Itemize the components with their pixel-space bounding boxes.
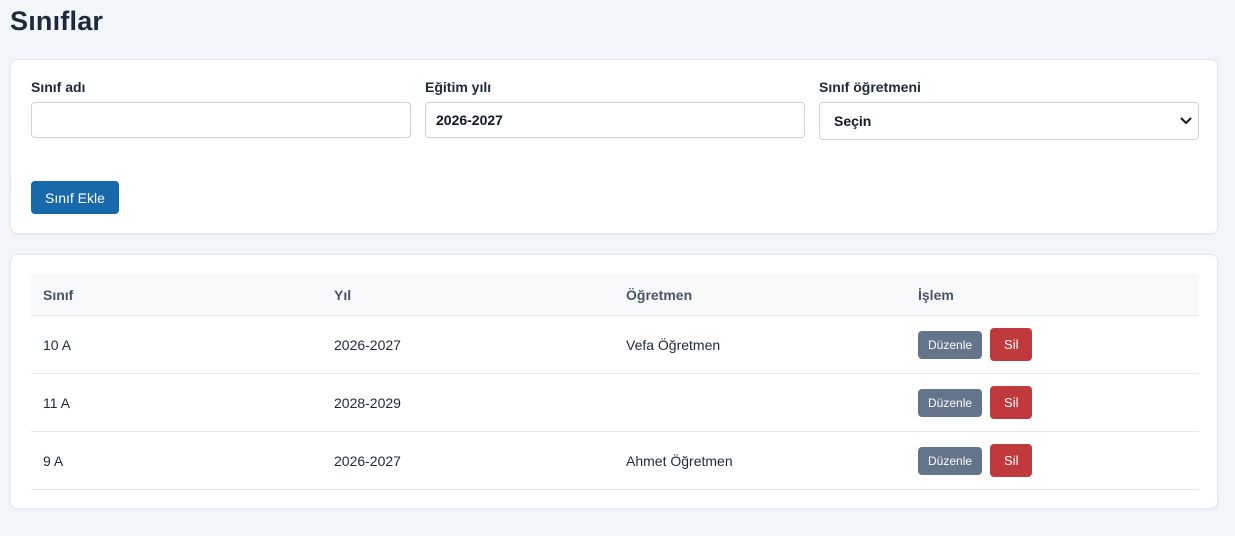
table-row: 10 A 2026-2027 Vefa Öğretmen Düzenle Sil bbox=[31, 315, 1199, 374]
cell-teacher: Vefa Öğretmen bbox=[614, 315, 906, 374]
table-row: 9 A 2026-2027 Ahmet Öğretmen Düzenle Sil bbox=[31, 431, 1199, 490]
add-class-button[interactable]: Sınıf Ekle bbox=[31, 181, 119, 214]
row-actions: Düzenle Sil bbox=[918, 328, 1199, 361]
cell-year: 2026-2027 bbox=[322, 431, 614, 490]
header-actions: İşlem bbox=[906, 274, 1199, 316]
teacher-label: Sınıf öğretmeni bbox=[819, 79, 921, 95]
year-label: Eğitim yılı bbox=[425, 79, 492, 95]
cell-year: 2028-2029 bbox=[322, 373, 614, 432]
teacher-select-value: Seçin bbox=[834, 113, 872, 129]
year-field: Eğitim yılı bbox=[425, 80, 805, 138]
header-teacher: Öğretmen bbox=[614, 274, 906, 316]
header-year: Yıl bbox=[322, 274, 614, 316]
delete-button[interactable]: Sil bbox=[990, 444, 1033, 477]
cell-class: 11 A bbox=[31, 373, 322, 432]
row-actions: Düzenle Sil bbox=[918, 444, 1199, 477]
delete-button[interactable]: Sil bbox=[990, 328, 1033, 361]
edit-button[interactable]: Düzenle bbox=[918, 330, 983, 359]
class-name-field: Sınıf adı bbox=[31, 80, 411, 138]
teacher-field: Sınıf öğretmeni Seçin bbox=[819, 80, 1199, 140]
year-input[interactable] bbox=[425, 102, 805, 138]
delete-button[interactable]: Sil bbox=[990, 386, 1033, 419]
class-name-input[interactable] bbox=[31, 102, 411, 138]
cell-teacher bbox=[614, 373, 906, 432]
table-header-row: Sınıf Yıl Öğretmen İşlem bbox=[31, 274, 1199, 316]
edit-button[interactable]: Düzenle bbox=[918, 446, 983, 475]
cell-teacher: Ahmet Öğretmen bbox=[614, 431, 906, 490]
row-actions: Düzenle Sil bbox=[918, 386, 1199, 419]
cell-year: 2026-2027 bbox=[322, 315, 614, 374]
class-name-label: Sınıf adı bbox=[31, 79, 86, 95]
cell-actions: Düzenle Sil bbox=[906, 431, 1199, 490]
cell-class: 10 A bbox=[31, 315, 322, 374]
cell-class: 9 A bbox=[31, 431, 322, 490]
teacher-select[interactable]: Seçin bbox=[819, 102, 1199, 140]
classes-table: Sınıf Yıl Öğretmen İşlem 10 A 2026-2027 … bbox=[31, 274, 1199, 490]
cell-actions: Düzenle Sil bbox=[906, 373, 1199, 432]
add-class-form-card: Sınıf adı Eğitim yılı Sınıf öğretmeni Se… bbox=[10, 59, 1218, 234]
classes-table-card: Sınıf Yıl Öğretmen İşlem 10 A 2026-2027 … bbox=[10, 254, 1218, 509]
header-class: Sınıf bbox=[31, 274, 322, 316]
cell-actions: Düzenle Sil bbox=[906, 315, 1199, 374]
edit-button[interactable]: Düzenle bbox=[918, 388, 983, 417]
page-title: Sınıflar bbox=[10, 6, 104, 36]
table-row: 11 A 2028-2029 Düzenle Sil bbox=[31, 373, 1199, 432]
chevron-down-icon bbox=[1180, 117, 1192, 124]
